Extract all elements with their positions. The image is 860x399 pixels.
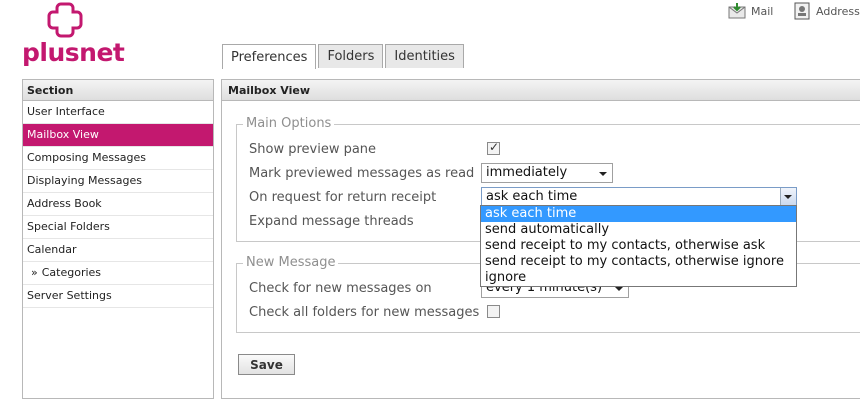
check-all-folders-label: Check all folders for new messages xyxy=(249,305,480,320)
plusnet-logo-icon xyxy=(47,2,83,38)
sidebar-item-label: Categories xyxy=(41,266,102,279)
sidebar-item-address-book[interactable]: Address Book xyxy=(23,193,213,216)
sidebar-item-user-interface[interactable]: User Interface xyxy=(23,101,213,124)
check-new-messages-label: Check for new messages on xyxy=(249,281,432,296)
tab-folders[interactable]: Folders xyxy=(318,44,384,68)
tab-identities[interactable]: Identities xyxy=(385,44,464,68)
chevron-down-icon xyxy=(615,287,623,291)
plusnet-logo: plusnet xyxy=(22,2,125,68)
option-send-automatically[interactable]: send automatically xyxy=(481,222,796,238)
option-ignore[interactable]: ignore xyxy=(481,270,796,286)
sidebar-item-categories[interactable]: » Categories xyxy=(23,262,213,285)
mark-previewed-select[interactable]: immediately xyxy=(481,163,613,183)
settings-tabs: Preferences Folders Identities xyxy=(222,44,466,69)
chevron-down-icon xyxy=(599,172,607,176)
address-book-link-label: Address Book xyxy=(816,4,860,18)
show-preview-pane-checkbox[interactable]: ✓ xyxy=(487,140,500,155)
expand-threads-label: Expand message threads xyxy=(249,214,414,229)
show-preview-pane-label: Show preview pane xyxy=(249,142,377,157)
option-contacts-otherwise-ask[interactable]: send receipt to my contacts, otherwise a… xyxy=(481,238,796,254)
mail-icon xyxy=(728,3,746,19)
return-receipt-label: On request for return receipt xyxy=(249,190,437,205)
sidebar-item-server-settings[interactable]: Server Settings xyxy=(23,285,213,308)
panel-title: Mailbox View xyxy=(222,80,860,101)
return-receipt-select[interactable]: ask each time xyxy=(481,187,797,207)
sidebar-item-displaying-messages[interactable]: Displaying Messages xyxy=(23,170,213,193)
chevron-right-icon: » xyxy=(31,266,38,279)
sidebar-item-calendar[interactable]: Calendar xyxy=(23,239,213,262)
mark-previewed-label: Mark previewed messages as read xyxy=(249,166,475,181)
top-links: Mail Address Book xyxy=(728,2,860,24)
section-sidebar: Section User Interface Mailbox View Comp… xyxy=(22,79,214,399)
sidebar-item-special-folders[interactable]: Special Folders xyxy=(23,216,213,239)
return-receipt-value: ask each time xyxy=(486,189,578,204)
section-header: Section xyxy=(23,80,213,101)
mark-previewed-value: immediately xyxy=(486,165,568,180)
tab-preferences[interactable]: Preferences xyxy=(222,44,317,69)
option-ask-each-time[interactable]: ask each time xyxy=(481,206,796,222)
save-button[interactable]: Save xyxy=(238,354,295,375)
return-receipt-options: ask each time send automatically send re… xyxy=(480,205,797,287)
option-contacts-otherwise-ignore[interactable]: send receipt to my contacts, otherwise i… xyxy=(481,254,796,270)
mail-link[interactable]: Mail xyxy=(728,2,773,20)
chevron-down-icon xyxy=(784,195,792,199)
address-book-link[interactable]: Address Book xyxy=(793,2,860,20)
dropdown-button[interactable] xyxy=(780,188,796,206)
new-message-legend: New Message xyxy=(243,255,339,270)
main-options-legend: Main Options xyxy=(243,116,335,131)
check-all-folders-checkbox[interactable] xyxy=(487,305,500,318)
sidebar-item-mailbox-view[interactable]: Mailbox View xyxy=(23,124,213,147)
checkmark-icon: ✓ xyxy=(489,140,500,154)
mail-link-label: Mail xyxy=(751,4,774,18)
brand-name: plusnet xyxy=(22,38,125,67)
address-book-icon xyxy=(794,2,810,20)
sidebar-item-composing-messages[interactable]: Composing Messages xyxy=(23,147,213,170)
